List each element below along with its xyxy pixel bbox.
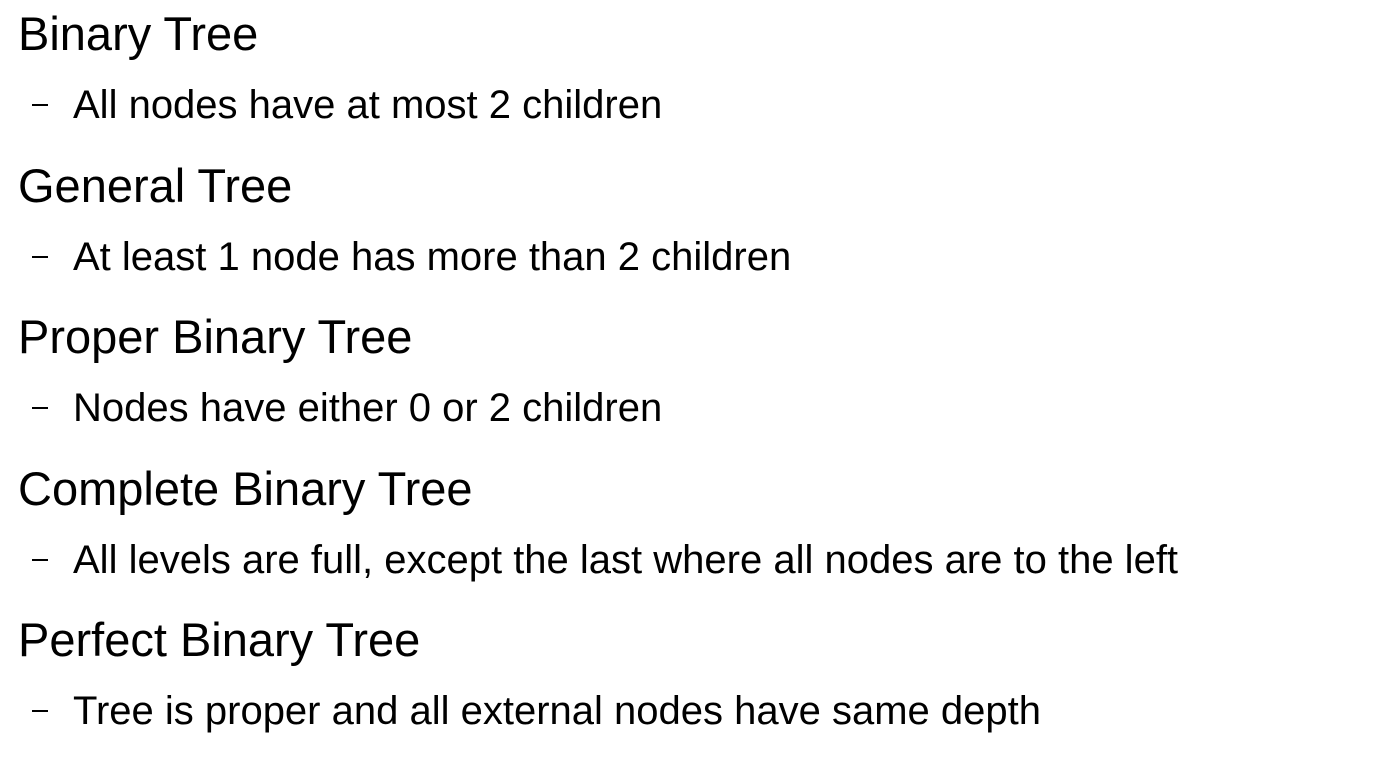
definition-bullet: All nodes have at most 2 children (0, 81, 1382, 129)
definition-bullet: Nodes have either 0 or 2 children (0, 384, 1382, 432)
definition-bullet: At least 1 node has more than 2 children (0, 233, 1382, 281)
dash-bullet-icon (32, 104, 48, 106)
dash-bullet-icon (32, 256, 48, 258)
definition-text: Nodes have either 0 or 2 children (73, 386, 663, 430)
slide: Binary Tree All nodes have at most 2 chi… (0, 0, 1382, 762)
definition-text: All nodes have at most 2 children (73, 83, 663, 127)
definition-bullet: All levels are full, except the last whe… (0, 536, 1382, 584)
term-heading: Proper Binary Tree (18, 310, 413, 363)
dash-bullet-icon (32, 559, 48, 561)
dash-bullet-icon (32, 710, 48, 712)
definition-text: At least 1 node has more than 2 children (73, 235, 792, 279)
term-heading: General Tree (18, 159, 293, 212)
term-heading: Binary Tree (18, 7, 259, 60)
definition-text: Tree is proper and all external nodes ha… (73, 689, 1041, 733)
definition-bullet: Tree is proper and all external nodes ha… (0, 687, 1382, 735)
term-heading: Complete Binary Tree (18, 462, 473, 515)
term-heading: Perfect Binary Tree (18, 613, 421, 666)
dash-bullet-icon (32, 407, 48, 409)
definition-text: All levels are full, except the last whe… (73, 538, 1179, 582)
